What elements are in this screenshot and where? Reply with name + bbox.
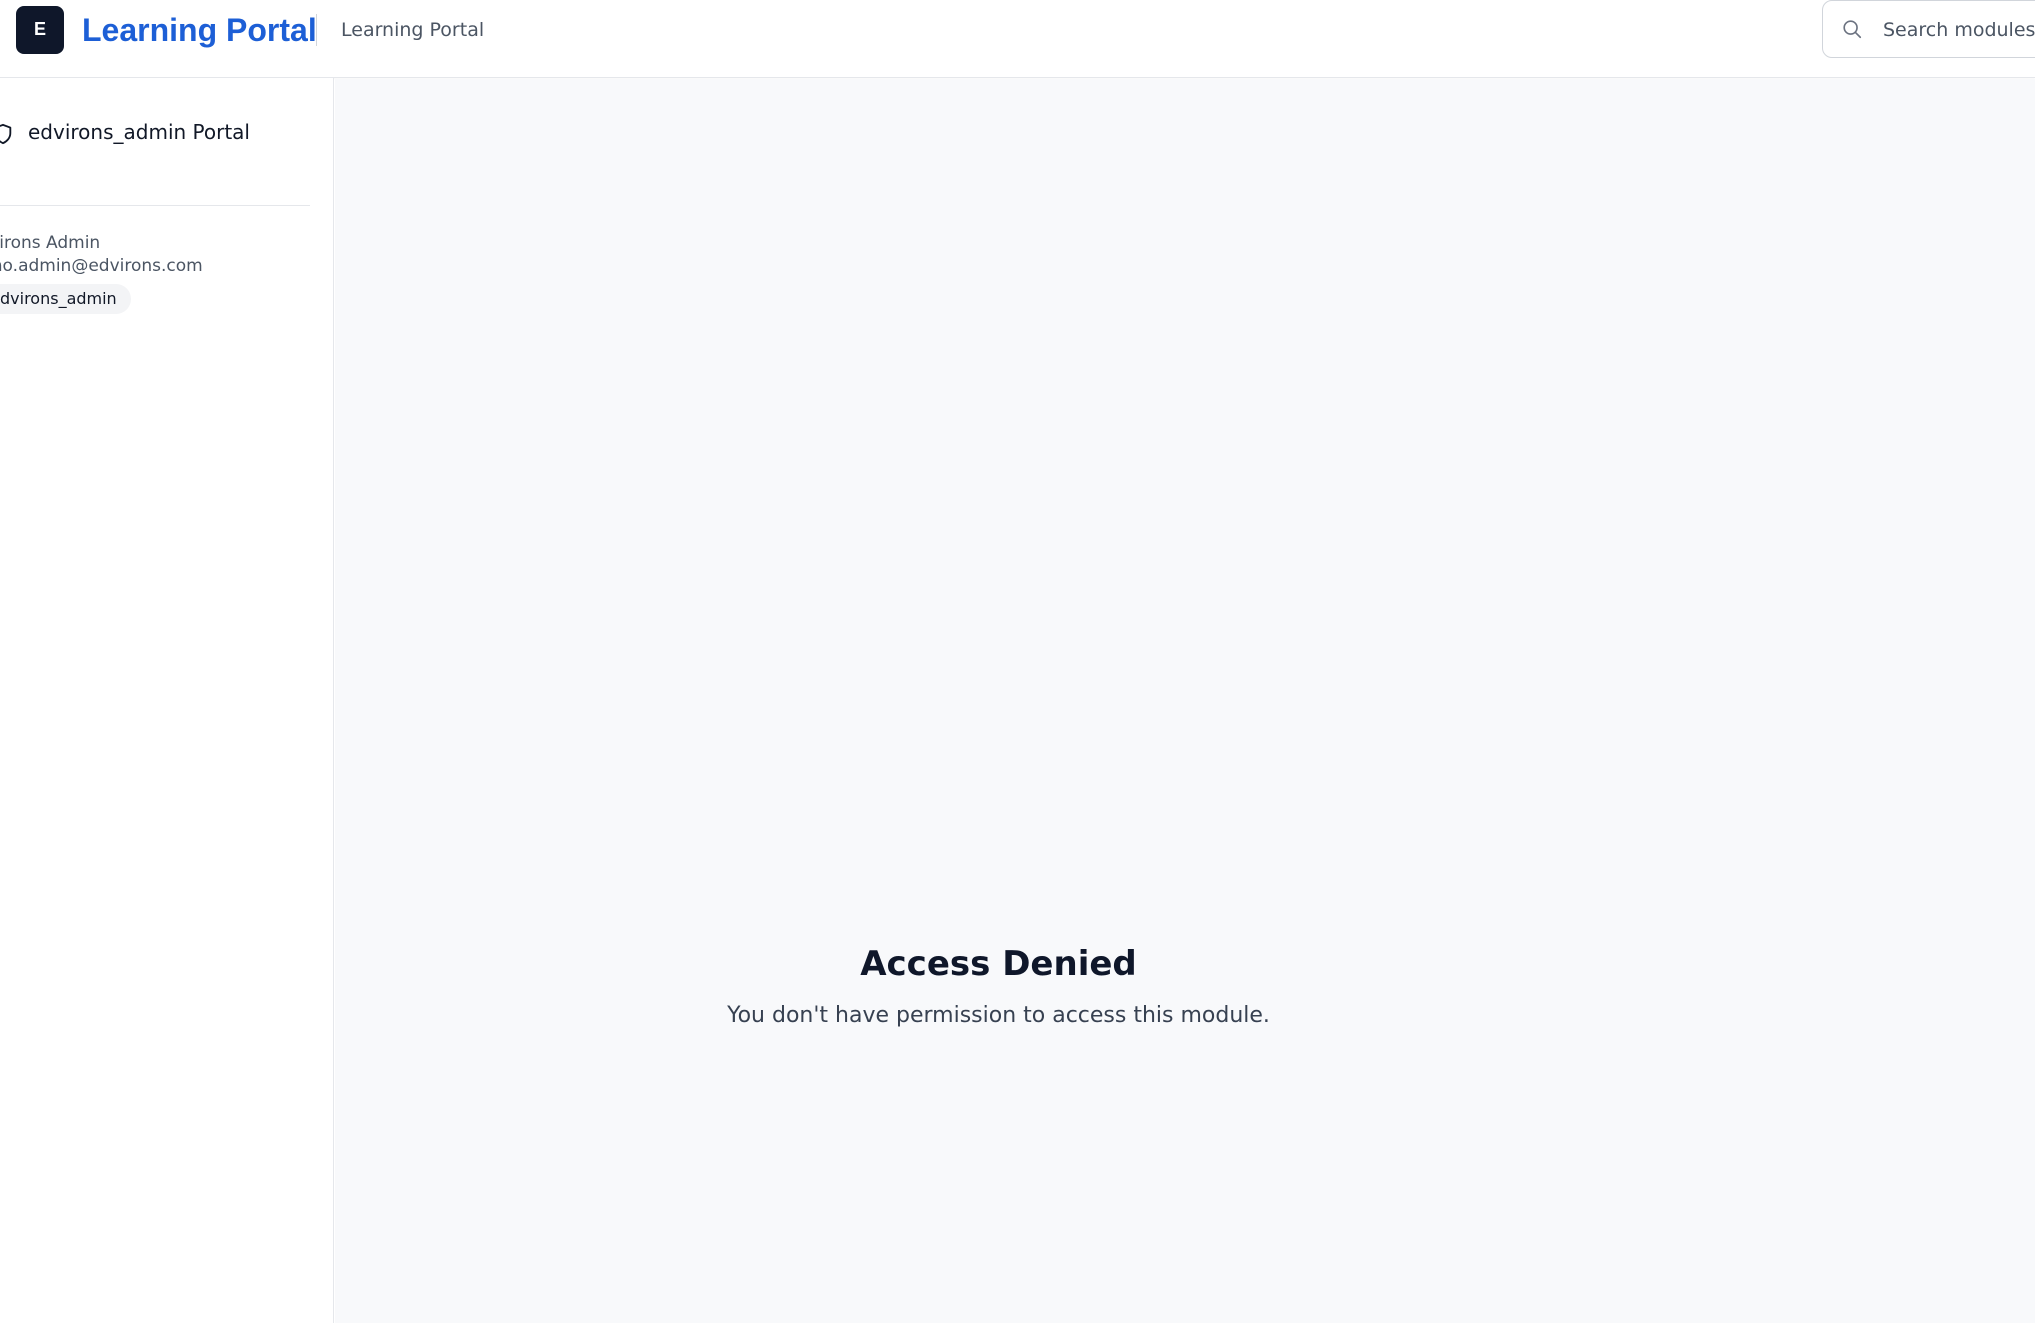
sidebar-divider	[0, 205, 310, 206]
header-divider	[316, 14, 317, 46]
access-denied-title: Access Denied	[860, 944, 1137, 984]
user-email: mo.admin@edvirons.com	[0, 256, 203, 276]
search-icon	[1843, 20, 1862, 39]
search-box[interactable]	[1822, 0, 2035, 58]
header-subtitle: Learning Portal	[341, 19, 485, 41]
role-badge: dvirons_admin	[0, 284, 131, 314]
main-content: Access Denied You don't have permission …	[335, 79, 2035, 1323]
sidebar: edvirons_admin Portal Virons Admin mo.ad…	[0, 78, 334, 1323]
top-header: E Learning Portal Learning Portal	[0, 0, 2035, 78]
app-title[interactable]: Learning Portal	[82, 10, 317, 50]
logo-letter: E	[33, 18, 46, 39]
shield-icon	[0, 123, 12, 145]
user-name: Virons Admin	[0, 233, 101, 253]
search-input[interactable]	[1883, 1, 2035, 57]
access-denied-message: You don't have permission to access this…	[727, 1003, 1270, 1028]
app-logo[interactable]: E	[16, 6, 64, 54]
portal-title: edvirons_admin Portal	[28, 120, 250, 144]
